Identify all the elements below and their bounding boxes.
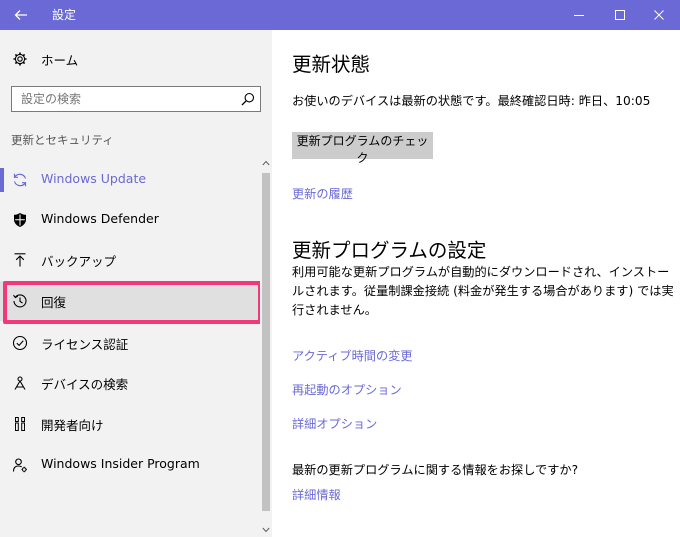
gear-icon: [12, 51, 28, 71]
scroll-thumb[interactable]: [262, 173, 270, 511]
maximize-icon: [615, 10, 625, 20]
latest-updates-question: 最新の更新プログラムに関する情報をお探しですか?: [292, 463, 579, 477]
scroll-up-button[interactable]: [260, 156, 272, 170]
highlight-frame: [3, 281, 262, 324]
status-text: お使いのデバイスは最新の状態です。最終確認日時: 昨日、10:05: [292, 94, 651, 108]
settings-heading: 更新プログラムの設定: [292, 239, 487, 262]
maximize-button[interactable]: [599, 0, 641, 30]
developer-icon: [12, 416, 28, 432]
sidebar-item-label: Windows Update: [41, 171, 147, 186]
update-history-link[interactable]: 更新の履歴: [292, 184, 353, 202]
sidebar-item-backup[interactable]: バックアップ: [0, 240, 260, 280]
main-content: 更新状態 お使いのデバイスは最新の状態です。最終確認日時: 昨日、10:05 更…: [272, 30, 680, 537]
find-device-icon: [12, 375, 28, 391]
minimize-button[interactable]: [558, 0, 600, 30]
sidebar-item-label: 開発者向け: [41, 418, 104, 433]
check-for-updates-button[interactable]: 更新プログラムのチェック: [292, 132, 433, 165]
window-title: 設定: [52, 8, 77, 22]
title-bar: 設定: [0, 0, 680, 30]
sidebar-item-windows-update[interactable]: Windows Update: [0, 160, 260, 200]
backup-arrow-icon: [12, 252, 28, 268]
sidebar-item-label: デバイスの検索: [41, 377, 129, 392]
sidebar-item-activation[interactable]: ライセンス認証: [0, 323, 260, 363]
section-label: 更新とセキュリティ: [11, 133, 114, 147]
back-button[interactable]: [0, 0, 42, 30]
minimize-icon: [574, 15, 584, 16]
active-indicator: [0, 168, 4, 192]
close-button[interactable]: [638, 0, 680, 30]
settings-description: 利用可能な更新プログラムが自動的にダウンロードされ、インストールされます。従量制…: [292, 265, 674, 317]
sidebar-item-developer[interactable]: 開発者向け: [0, 404, 260, 444]
close-icon: [654, 10, 664, 20]
sidebar-home-label: ホーム: [41, 53, 79, 68]
sidebar-scrollbar[interactable]: [260, 156, 272, 537]
search-icon[interactable]: [241, 92, 255, 110]
sidebar-item-label: Windows Defender: [41, 211, 159, 226]
insider-icon: [12, 457, 28, 473]
more-info-link[interactable]: 詳細情報: [292, 485, 341, 503]
chevron-up-icon: [262, 160, 270, 166]
back-arrow-icon: [14, 10, 27, 20]
shield-icon: [12, 212, 28, 228]
chevron-down-icon: [262, 527, 270, 533]
restart-options-link[interactable]: 再起動のオプション: [292, 380, 402, 398]
search-input[interactable]: [12, 87, 232, 111]
check-circle-icon: [12, 335, 28, 351]
advanced-options-link[interactable]: 詳細オプション: [292, 414, 377, 432]
sync-icon: [12, 172, 28, 188]
search-box[interactable]: [11, 86, 261, 112]
scroll-down-button[interactable]: [260, 523, 272, 537]
sidebar-item-label: バックアップ: [41, 254, 117, 269]
active-hours-link[interactable]: アクティブ時間の変更: [292, 346, 413, 364]
sidebar: ホーム 更新とセキュリティ Windows Update: [0, 30, 272, 537]
sidebar-home[interactable]: ホーム: [0, 44, 260, 74]
status-heading: 更新状態: [292, 53, 371, 76]
sidebar-item-windows-defender[interactable]: Windows Defender: [0, 200, 260, 240]
sidebar-item-label: ライセンス認証: [41, 337, 129, 352]
sidebar-item-label: Windows Insider Program: [41, 456, 200, 471]
sidebar-item-insider-program[interactable]: Windows Insider Program: [0, 445, 260, 485]
sidebar-item-find-device[interactable]: デバイスの検索: [0, 363, 260, 403]
